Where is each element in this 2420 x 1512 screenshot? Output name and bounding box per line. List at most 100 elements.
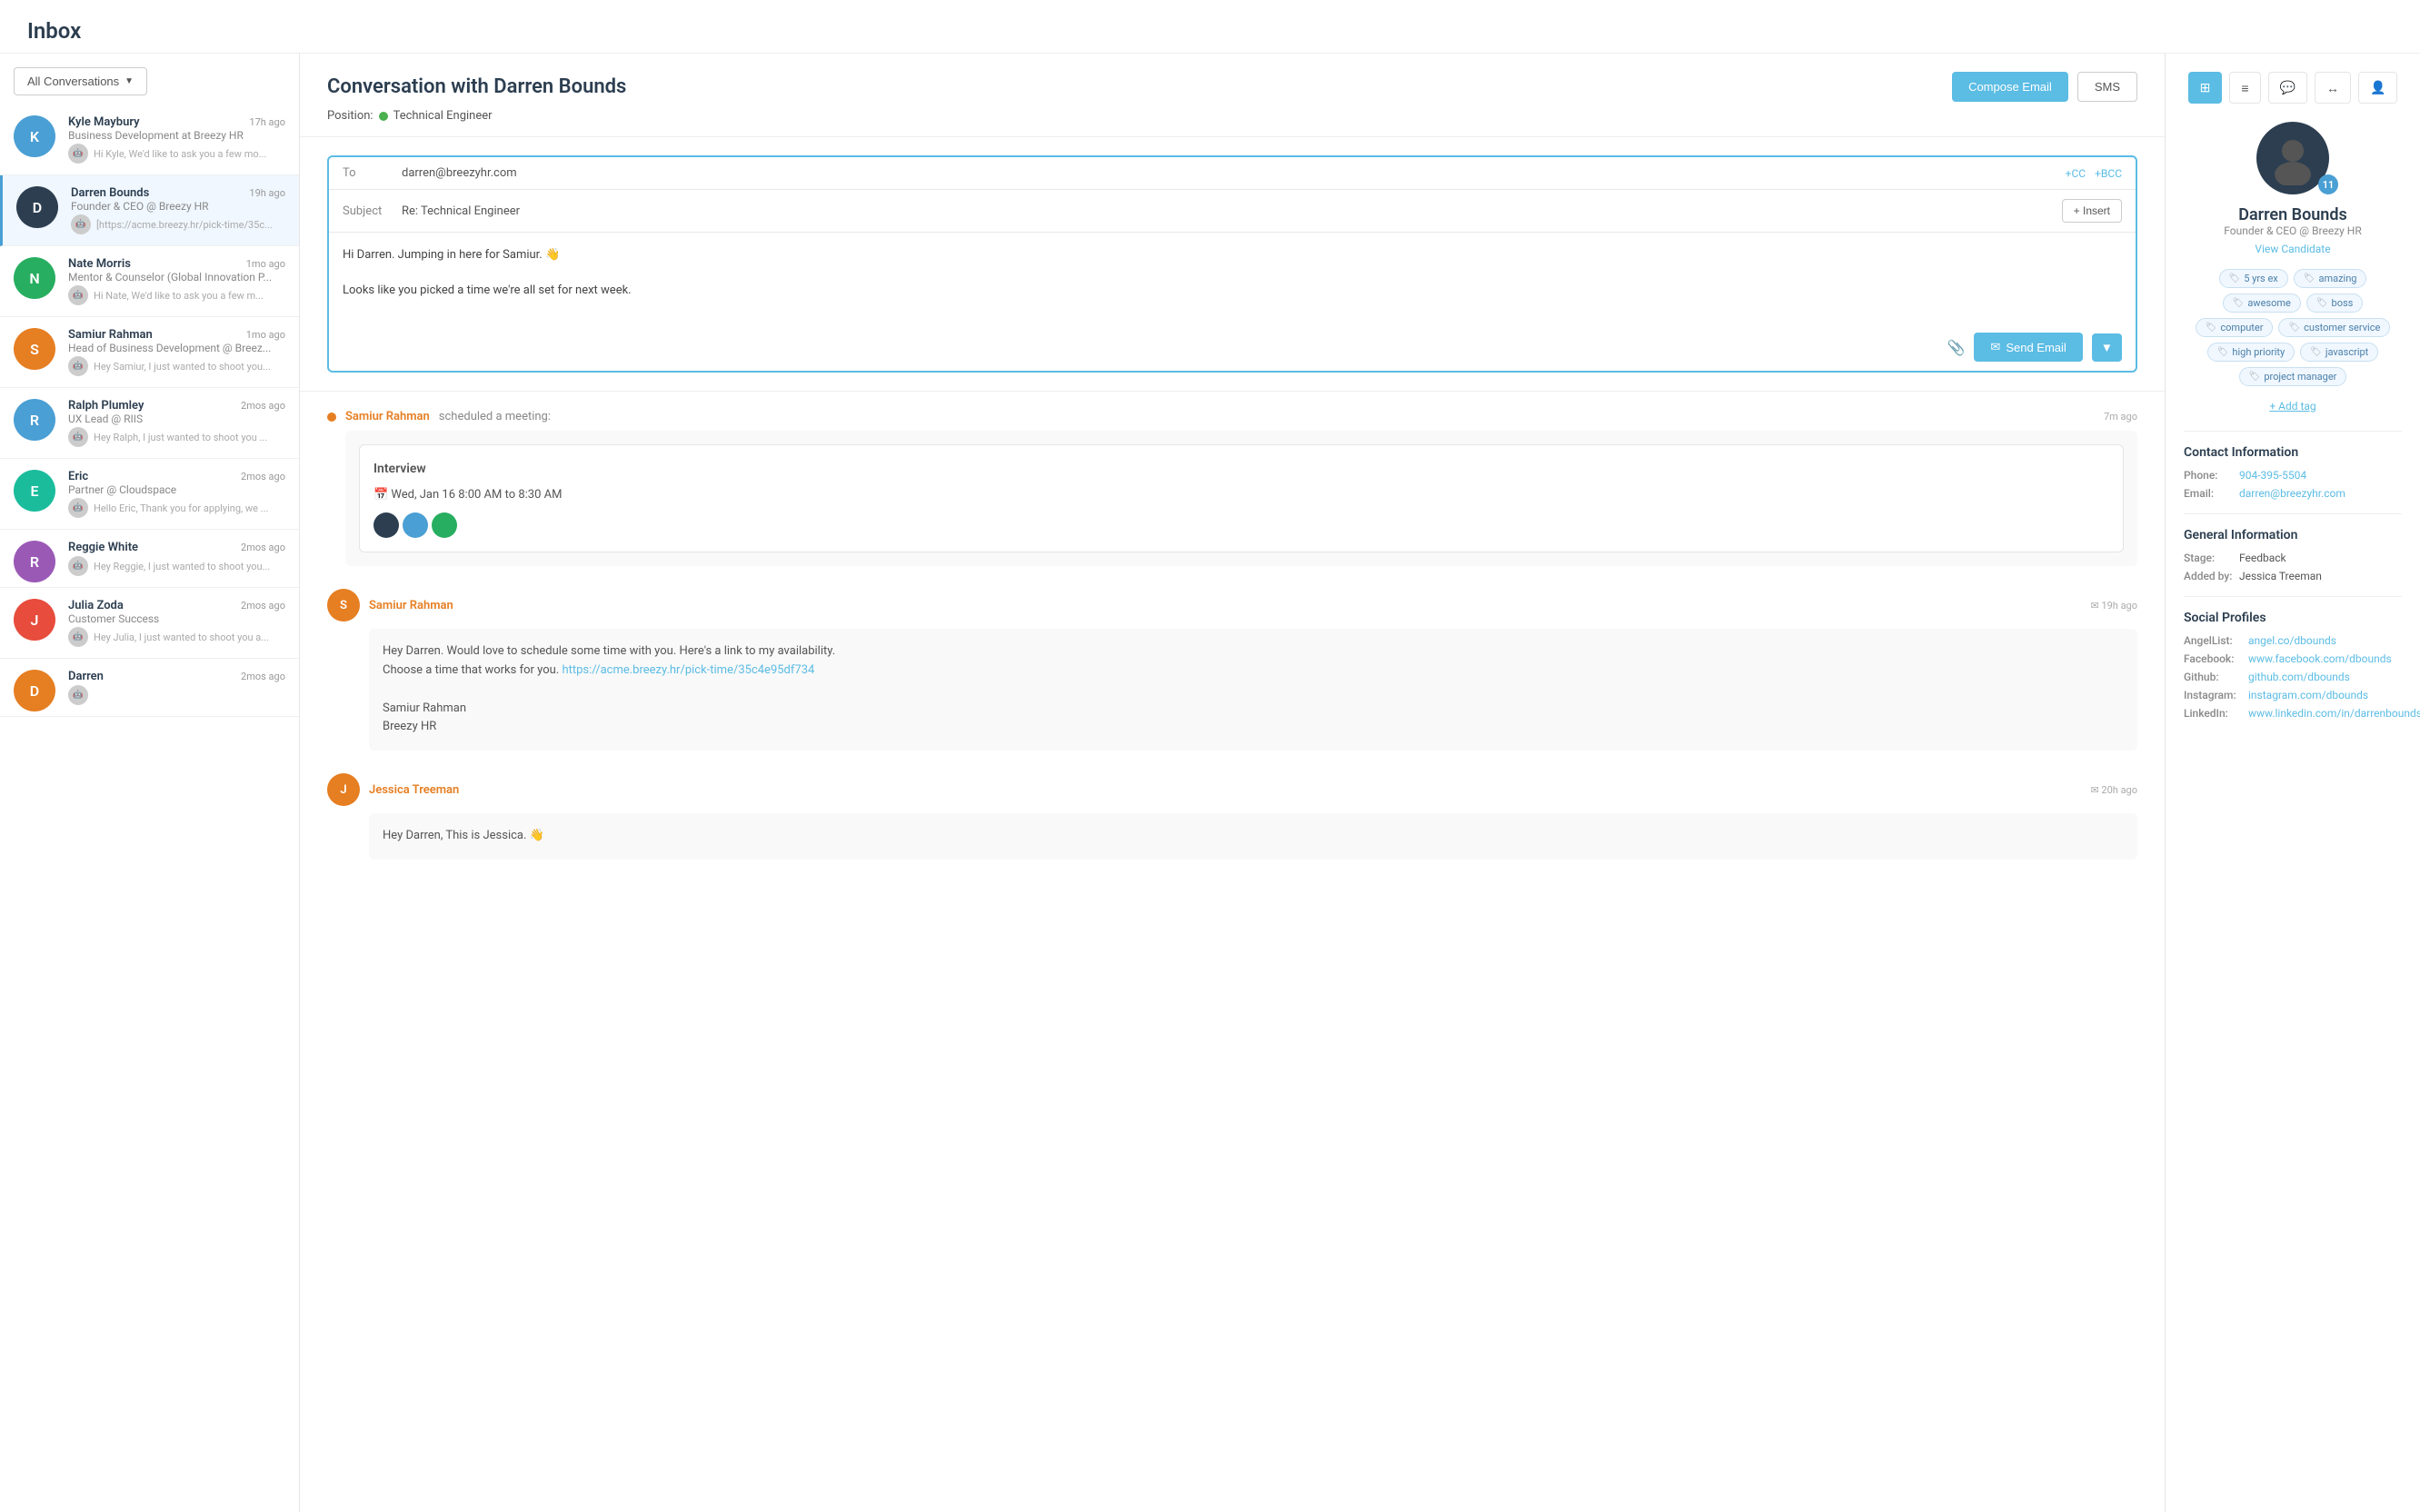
social-row-instagram: Instagram: instagram.com/dbounds: [2184, 689, 2402, 701]
panel-grid-icon-button[interactable]: ⊞: [2188, 72, 2223, 104]
tag-label: computer: [2220, 322, 2263, 333]
avatar: K: [14, 115, 55, 157]
social-links-container: AngelList: angel.co/dbounds Facebook: ww…: [2184, 634, 2402, 720]
attachment-icon[interactable]: 📎: [1947, 339, 1965, 356]
to-label: To: [343, 166, 393, 180]
conv-preview-row: 🤖 Hey Julia, I just wanted to shoot you …: [68, 627, 285, 647]
conv-name: Kyle Maybury: [68, 115, 140, 129]
bcc-button[interactable]: +BCC: [2095, 167, 2122, 180]
to-value: darren@breezyhr.com: [402, 166, 2057, 180]
sidebar-header: All Conversations ▼: [0, 54, 299, 104]
send-email-button[interactable]: ✉ Send Email: [1974, 333, 2082, 362]
panel-chat-icon-button[interactable]: 💬: [2268, 72, 2307, 104]
send-options-button[interactable]: ▼: [2092, 333, 2122, 362]
stage-row: Stage: Feedback: [2184, 552, 2402, 564]
message-sender: Samiur Rahman scheduled a meeting:: [327, 410, 551, 423]
meeting-date: 📅 Wed, Jan 16 8:00 AM to 8:30 AM: [373, 486, 2109, 505]
tag-boss[interactable]: 🏷boss: [2306, 293, 2364, 313]
conversation-item-reggie[interactable]: R Reggie White 2mos ago 🤖 Hey Reggie, I …: [0, 530, 299, 588]
tag-icon: 🏷: [2233, 298, 2245, 308]
social-row-facebook: Facebook: www.facebook.com/dbounds: [2184, 652, 2402, 665]
social-link[interactable]: instagram.com/dbounds: [2248, 689, 2368, 701]
message-sender: J Jessica Treeman: [327, 773, 459, 806]
conv-preview-row: 🤖: [68, 685, 285, 705]
message-item-msg3: J Jessica Treeman ✉ 20h ago Hey Darren, …: [327, 773, 2137, 860]
tag-computer[interactable]: 🏷computer: [2196, 318, 2274, 337]
tag-javascript[interactable]: 🏷javascript: [2300, 343, 2378, 362]
conv-name: Darren Bounds: [71, 186, 149, 200]
send-icon: ✉: [1990, 340, 2000, 354]
social-link[interactable]: www.facebook.com/dbounds: [2248, 652, 2392, 665]
conv-name: Samiur Rahman: [68, 328, 153, 342]
conv-time: 17h ago: [249, 116, 285, 128]
tag-project-manager[interactable]: 🏷project manager: [2239, 367, 2347, 386]
avatar-small: 🤖: [68, 685, 88, 705]
email-link[interactable]: https://acme.breezy.hr/pick-time/35c4e95…: [562, 663, 814, 677]
social-row-linkedin: LinkedIn: www.linkedin.com/in/darrenboun…: [2184, 707, 2402, 720]
conversation-item-darren[interactable]: D Darren Bounds 19h ago Founder & CEO @ …: [0, 175, 299, 246]
sms-button[interactable]: SMS: [2077, 72, 2137, 102]
conv-time: 2mos ago: [241, 400, 285, 412]
contact-section-title: Contact Information: [2184, 445, 2402, 460]
conversations-list: K Kyle Maybury 17h ago Business Developm…: [0, 104, 299, 717]
message-time: 7m ago: [2104, 411, 2137, 423]
social-section-title: Social Profiles: [2184, 611, 2402, 625]
tag-amazing[interactable]: 🏷amazing: [2294, 269, 2367, 288]
conversation-item-eric[interactable]: E Eric 2mos ago Partner @ Cloudspace 🤖 H…: [0, 459, 299, 530]
conversation-item-samiur[interactable]: S Samiur Rahman 1mo ago Head of Business…: [0, 317, 299, 388]
stage-label: Stage:: [2184, 552, 2234, 564]
divider-1: [2184, 431, 2402, 432]
conversation-item-darren2[interactable]: D Darren 2mos ago 🤖: [0, 659, 299, 717]
general-section-title: General Information: [2184, 528, 2402, 542]
conv-time: 19h ago: [249, 187, 285, 199]
conv-preview: Hey Reggie, I just wanted to shoot you..…: [94, 561, 285, 572]
insert-button[interactable]: + Insert: [2062, 199, 2122, 223]
view-candidate-link[interactable]: View Candidate: [2184, 243, 2402, 255]
subject-value[interactable]: Re: Technical Engineer: [402, 204, 2053, 218]
conv-name: Darren: [68, 670, 104, 683]
conversation-item-kyle[interactable]: K Kyle Maybury 17h ago Business Developm…: [0, 104, 299, 175]
panel-arrows-icon-button[interactable]: ↔: [2315, 72, 2351, 104]
conv-preview-row: 🤖 [https://acme.breezy.hr/pick-time/35c.…: [71, 214, 285, 234]
social-label: Instagram:: [2184, 689, 2243, 701]
social-link[interactable]: www.linkedin.com/in/darrenbounds: [2248, 707, 2420, 720]
tag-high-priority[interactable]: 🏷high priority: [2207, 343, 2295, 362]
candidate-name: Darren Bounds: [2184, 205, 2402, 224]
conversation-item-nate[interactable]: N Nate Morris 1mo ago Mentor & Counselor…: [0, 246, 299, 317]
tag-icon: 🏷: [2310, 347, 2322, 357]
message-time: ✉ 20h ago: [2090, 784, 2137, 796]
conversation-item-julia[interactable]: J Julia Zoda 2mos ago Customer Success 🤖…: [0, 588, 299, 659]
meeting-avatar-3: [432, 512, 457, 538]
conv-subtitle: Founder & CEO @ Breezy HR: [71, 200, 285, 213]
tag-customer-service[interactable]: 🏷customer service: [2278, 318, 2390, 337]
avatar-small: 🤖: [68, 356, 88, 376]
social-link[interactable]: github.com/dbounds: [2248, 671, 2350, 683]
add-tag-button[interactable]: + Add tag: [2184, 400, 2402, 413]
cc-button[interactable]: +CC: [2066, 167, 2086, 180]
panel-list-icon-button[interactable]: ≡: [2229, 72, 2260, 104]
conv-time: 2mos ago: [241, 671, 285, 682]
all-conversations-filter[interactable]: All Conversations ▼: [14, 67, 147, 95]
avatar: N: [14, 257, 55, 299]
chevron-down-icon: ▼: [124, 76, 134, 86]
header-buttons: Compose Email SMS: [1952, 72, 2137, 102]
added-by-label: Added by:: [2184, 570, 2234, 582]
tag-awesome[interactable]: 🏷awesome: [2223, 293, 2301, 313]
phone-row: Phone: 904-395-5504: [2184, 469, 2402, 482]
tag-5-yrs-ex[interactable]: 🏷5 yrs ex: [2219, 269, 2288, 288]
avatar: R: [14, 399, 55, 441]
tag-label: amazing: [2318, 273, 2356, 284]
panel-person-icon-button[interactable]: 👤: [2358, 72, 2397, 104]
conv-top-row: Ralph Plumley 2mos ago: [68, 399, 285, 413]
tag-label: high priority: [2232, 346, 2285, 358]
email-label: Email:: [2184, 487, 2234, 500]
social-link[interactable]: angel.co/dbounds: [2248, 634, 2336, 647]
compose-body[interactable]: Hi Darren. Jumping in here for Samiur. 👋…: [329, 233, 2136, 323]
messages-area: Samiur Rahman scheduled a meeting: 7m ag…: [300, 392, 2165, 1512]
email-value: darren@breezyhr.com: [2239, 487, 2345, 500]
conv-subtitle: Head of Business Development @ Breez...: [68, 342, 285, 354]
social-label: Github:: [2184, 671, 2243, 683]
compose-body-line2: Looks like you picked a time we're all s…: [343, 282, 2122, 300]
conversation-item-ralph[interactable]: R Ralph Plumley 2mos ago UX Lead @ RIIS …: [0, 388, 299, 459]
compose-email-button[interactable]: Compose Email: [1952, 72, 2068, 102]
